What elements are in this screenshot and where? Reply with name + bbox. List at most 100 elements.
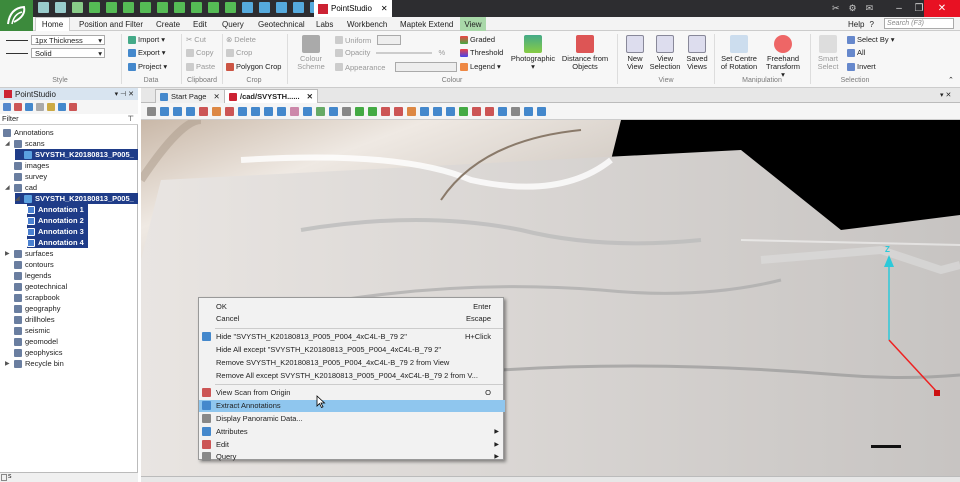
- thickness-select[interactable]: 1px Thickness ▾: [31, 35, 105, 45]
- export-button[interactable]: Export ▾: [128, 48, 165, 57]
- tree-item[interactable]: Annotation 4: [27, 237, 88, 248]
- app-logo[interactable]: [0, 0, 33, 31]
- select-by-button[interactable]: Select By ▾: [847, 35, 894, 44]
- tree-item[interactable]: drillholes: [5, 314, 55, 325]
- menu-item[interactable]: Remove SVYSTH_K20180813_P005_P004_4xC4L-…: [199, 356, 505, 368]
- tree-item[interactable]: SVYSTH_K20180813_P005_: [15, 149, 138, 160]
- tab-view[interactable]: View: [460, 17, 486, 31]
- menu-item[interactable]: Hide "SVYSTH_K20180813_P005_P004_4xC4L-B…: [199, 331, 505, 343]
- new-view-button[interactable]: New View: [622, 35, 648, 71]
- view-tool-icon[interactable]: [498, 107, 507, 116]
- tree-item[interactable]: Annotation 1: [27, 204, 88, 215]
- chart-icon[interactable]: [174, 2, 185, 13]
- filter-field[interactable]: Filter ⊤: [0, 114, 138, 125]
- freehand-transform-button[interactable]: Freehand Transform ▾: [762, 35, 804, 79]
- view-tool-icon[interactable]: [173, 107, 182, 116]
- tab-start-page[interactable]: Start Page ✕: [155, 89, 225, 103]
- threshold-button[interactable]: Threshold: [460, 48, 503, 57]
- image-icon[interactable]: [276, 2, 287, 13]
- tree-item[interactable]: legends: [5, 270, 51, 281]
- help-link[interactable]: Help?: [848, 17, 874, 31]
- view-tool-icon[interactable]: [407, 107, 416, 116]
- view-tool-icon[interactable]: [316, 107, 325, 116]
- grid-icon[interactable]: [140, 2, 151, 13]
- view-tool-icon[interactable]: [446, 107, 455, 116]
- tree-item[interactable]: Annotation 3: [27, 226, 88, 237]
- view-tool-icon[interactable]: [485, 107, 494, 116]
- close-tab-icon[interactable]: ✕: [381, 4, 388, 13]
- tree-item[interactable]: ▶ Recycle bin: [5, 358, 64, 369]
- tree-item[interactable]: ▶ surfaces: [5, 248, 53, 259]
- spreadsheet-icon[interactable]: [123, 2, 134, 13]
- tree-item[interactable]: ◢ SVYSTH_K20180813_P005_: [15, 193, 138, 204]
- tab-geotechnical[interactable]: Geotechnical: [258, 17, 305, 31]
- search-icon[interactable]: [36, 103, 44, 111]
- window-icon[interactable]: [293, 2, 304, 13]
- menu-item[interactable]: Remove All except SVYSTH_K20180813_P005_…: [199, 369, 505, 381]
- close-window-button[interactable]: ✕: [924, 0, 960, 17]
- view-tool-icon[interactable]: [329, 107, 338, 116]
- tab-labs[interactable]: Labs: [316, 17, 333, 31]
- tree-item[interactable]: images: [5, 160, 49, 171]
- filter-icon[interactable]: [58, 103, 66, 111]
- undo-icon[interactable]: [38, 2, 49, 13]
- download-icon[interactable]: [157, 2, 168, 13]
- shape-icon[interactable]: [208, 2, 219, 13]
- view-tool-icon[interactable]: [225, 107, 234, 116]
- refresh-icon[interactable]: [72, 2, 83, 13]
- tree-icon[interactable]: [25, 103, 33, 111]
- invert-selection-button[interactable]: Invert: [847, 62, 876, 71]
- opacity-slider[interactable]: Opacity%: [335, 48, 445, 57]
- layers-icon[interactable]: [225, 2, 236, 13]
- tree-item[interactable]: survey: [5, 171, 47, 182]
- help-icon[interactable]: ?: [869, 20, 873, 29]
- polygon-crop-button[interactable]: Polygon Crop: [226, 62, 281, 71]
- report-icon[interactable]: [89, 2, 100, 13]
- graded-button[interactable]: Graded: [460, 35, 495, 44]
- tree-item[interactable]: ◢ cad: [5, 182, 37, 193]
- document-tab[interactable]: PointStudio ✕: [314, 0, 392, 17]
- settings-icon[interactable]: ⚙: [849, 3, 857, 14]
- tab-cad-view[interactable]: /cad/SVYSTH...... ✕: [224, 89, 318, 103]
- smart-select-button[interactable]: Smart Select: [814, 35, 842, 71]
- menu-item[interactable]: Display Panoramic Data...: [199, 412, 505, 424]
- tree-item[interactable]: geography: [5, 303, 60, 314]
- line-style-select[interactable]: Solid ▾: [31, 48, 105, 58]
- colour-scheme-button[interactable]: Colour Scheme: [291, 35, 331, 71]
- filter-icon[interactable]: [259, 2, 270, 13]
- view-tool-icon[interactable]: [355, 107, 364, 116]
- folder-icon[interactable]: [47, 103, 55, 111]
- menu-item[interactable]: Attributes ▶: [199, 425, 505, 437]
- view-tool-icon[interactable]: [264, 107, 273, 116]
- set-centre-of-rotation-button[interactable]: Set Centre of Rotation: [718, 35, 760, 71]
- tab-edit[interactable]: Edit: [193, 17, 207, 31]
- tab-maptek-extend[interactable]: Maptek Extend: [400, 17, 453, 31]
- tree-item[interactable]: seismic: [5, 325, 50, 336]
- tab-query[interactable]: Query: [222, 17, 244, 31]
- view-tool-icon[interactable]: [472, 107, 481, 116]
- mail-icon[interactable]: ✉: [866, 3, 874, 14]
- view-tool-icon[interactable]: [381, 107, 390, 116]
- tab-position-and-filter[interactable]: Position and Filter: [79, 17, 143, 31]
- table-icon[interactable]: [106, 2, 117, 13]
- crop-button[interactable]: Crop: [226, 48, 252, 57]
- view-tool-icon[interactable]: [511, 107, 520, 116]
- status-checkbox[interactable]: [1, 474, 7, 481]
- view-tool-icon[interactable]: [251, 107, 260, 116]
- tree-item[interactable]: ◢ scans: [5, 138, 45, 149]
- tree-item[interactable]: scrapbook: [5, 292, 60, 303]
- import-button[interactable]: Import ▾: [128, 35, 165, 44]
- distance-from-objects-button[interactable]: Distance from Objects: [558, 35, 612, 71]
- cut-button[interactable]: ✂ Cut: [186, 35, 206, 44]
- expand-toggle-icon[interactable]: ◢: [15, 195, 21, 202]
- close-tab-icon[interactable]: ✕: [307, 92, 313, 101]
- close-tab-icon[interactable]: ✕: [213, 92, 219, 101]
- legend-button[interactable]: Legend ▾: [460, 62, 501, 71]
- view-tool-icon[interactable]: [524, 107, 533, 116]
- appearance-select[interactable]: Appearance: [335, 62, 458, 72]
- tag-icon[interactable]: [69, 103, 77, 111]
- delete-button[interactable]: ⊗ Delete: [226, 35, 256, 44]
- text-icon[interactable]: [191, 2, 202, 13]
- select-icon[interactable]: [14, 103, 22, 111]
- view-tool-icon[interactable]: [277, 107, 286, 116]
